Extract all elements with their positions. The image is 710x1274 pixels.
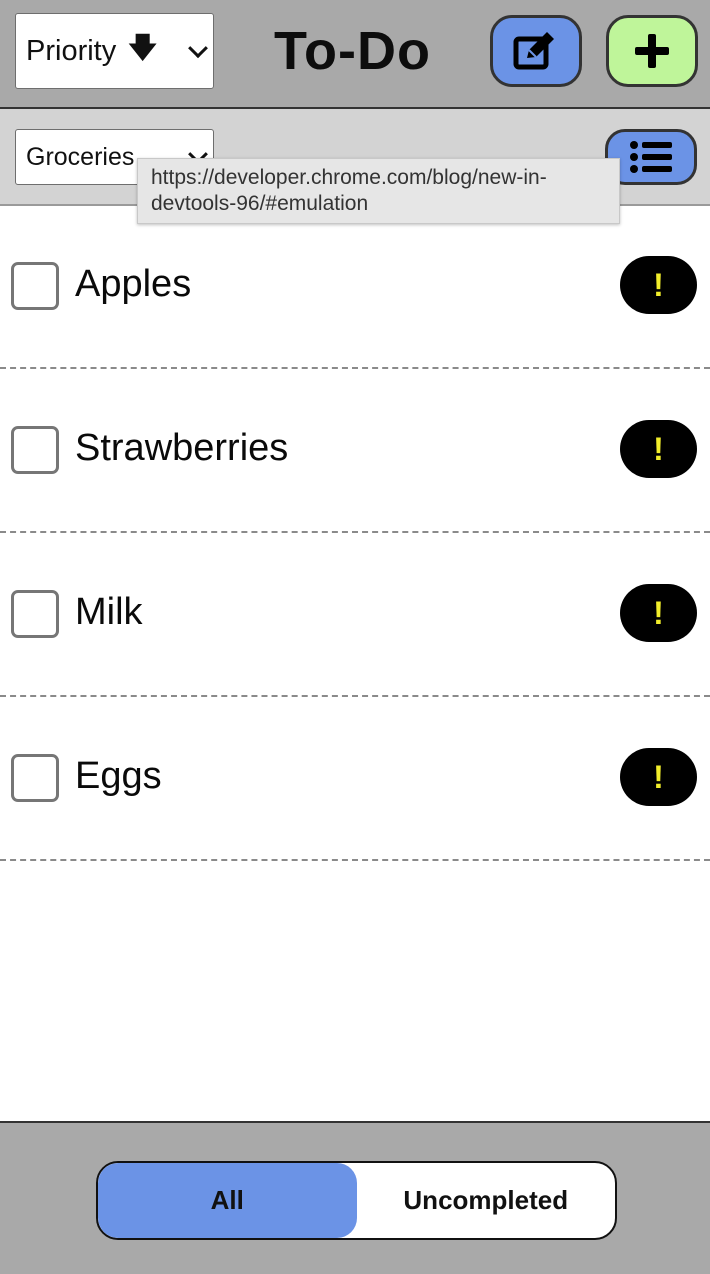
todo-label: Apples (75, 263, 192, 305)
todo-checkbox[interactable] (11, 262, 59, 310)
filter-toggle: All Uncompleted (96, 1161, 617, 1240)
todo-label: Eggs (75, 755, 162, 797)
priority-button[interactable]: ! (620, 584, 697, 642)
sort-select[interactable]: Priority 🡇 (15, 13, 214, 89)
todo-label: Strawberries (75, 427, 289, 469)
plus-icon (635, 34, 669, 68)
filter-all-button[interactable]: All (98, 1163, 357, 1238)
page-title: To-Do (274, 21, 431, 81)
filter-uncompleted-button[interactable]: Uncompleted (357, 1163, 616, 1238)
bottom-bar: All Uncompleted (0, 1121, 710, 1274)
todo-item: Strawberries ! (0, 369, 710, 533)
url-tooltip: https://developer.chrome.com/blog/new-in… (137, 158, 620, 224)
todo-checkbox[interactable] (11, 426, 59, 474)
todo-checkbox[interactable] (11, 590, 59, 638)
chevron-down-icon (188, 38, 208, 59)
todo-item: Milk ! (0, 533, 710, 697)
priority-button[interactable]: ! (620, 420, 697, 478)
list-icon (630, 141, 672, 173)
add-button[interactable] (606, 15, 698, 87)
arrow-down-icon: 🡇 (128, 32, 158, 63)
todo-checkbox[interactable] (11, 754, 59, 802)
sort-select-label: Priority (26, 34, 117, 67)
priority-button[interactable]: ! (620, 256, 697, 314)
todo-label: Milk (75, 591, 143, 633)
todo-list: Apples ! Strawberries ! Milk ! Eggs ! (0, 205, 710, 861)
todo-item: Eggs ! (0, 697, 710, 861)
priority-button[interactable]: ! (620, 748, 697, 806)
edit-button[interactable] (490, 15, 582, 87)
list-select-label: Groceries (26, 142, 135, 171)
top-bar: Priority 🡇 To-Do (0, 0, 710, 109)
edit-icon (513, 32, 554, 70)
todo-item: Apples ! (0, 205, 710, 369)
